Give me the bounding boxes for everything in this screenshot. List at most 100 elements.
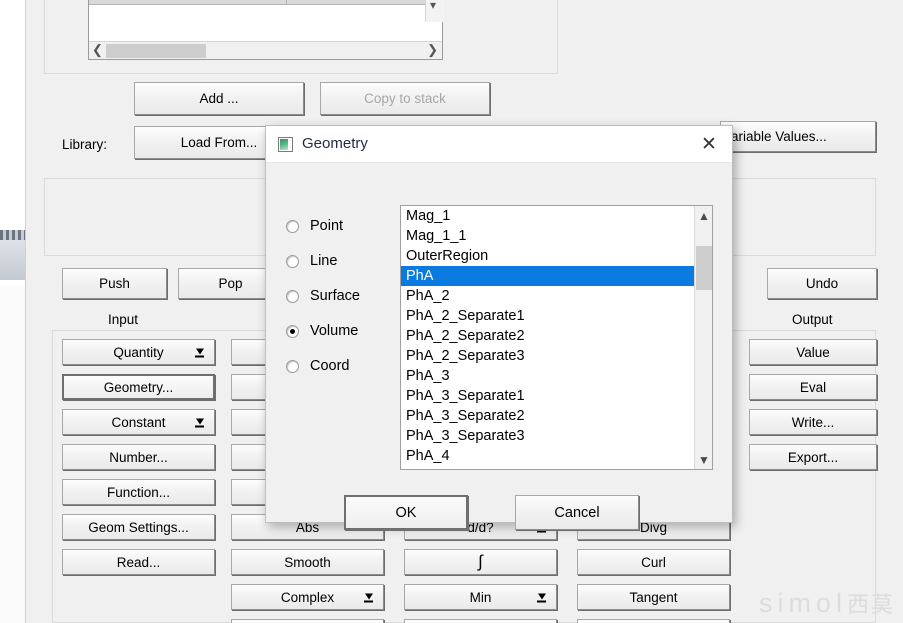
- list-item[interactable]: PhA_3: [401, 366, 694, 386]
- tangent-button[interactable]: Tangent: [577, 584, 730, 610]
- radio-indicator[interactable]: [286, 219, 299, 233]
- list-item[interactable]: PhA_4: [401, 446, 694, 466]
- constant-label: Constant: [111, 414, 166, 430]
- table-vscrollbar[interactable]: ▾: [425, 0, 444, 22]
- input-section-label: Input: [108, 312, 139, 327]
- radio-coord[interactable]: Coord: [286, 358, 350, 374]
- quantity-button[interactable]: Quantity: [62, 339, 215, 365]
- sliver-band-bottom: [0, 286, 26, 623]
- list-scrollbar[interactable]: ▲ ▼: [694, 206, 712, 469]
- list-item[interactable]: PhA_3_Separate2: [401, 406, 694, 426]
- clipped-op-button[interactable]: [404, 619, 557, 623]
- complex-button[interactable]: Complex: [231, 584, 384, 610]
- dropdown-arrow-icon[interactable]: [364, 592, 373, 603]
- radio-line[interactable]: Line: [286, 253, 337, 269]
- clipped-op-button[interactable]: [231, 619, 384, 623]
- table-row[interactable]: J_Vector Smooth(<Jx,Jy,Jz: [89, 0, 442, 5]
- smooth-button[interactable]: Smooth: [231, 549, 384, 575]
- push-label: Push: [99, 276, 130, 291]
- geom-settings-button[interactable]: Geom Settings...: [62, 514, 215, 540]
- min-button[interactable]: Min: [404, 584, 557, 610]
- background-window-sliver: [0, 0, 26, 623]
- chevron-left-icon[interactable]: ❮: [92, 43, 103, 56]
- copy-to-stack-button: Copy to stack: [320, 82, 490, 115]
- dropdown-arrow-icon[interactable]: [195, 417, 204, 428]
- curl-label: Curl: [641, 554, 666, 570]
- function-label: Function...: [106, 484, 171, 500]
- list-item[interactable]: Mag_1_1: [401, 226, 694, 246]
- hscroll-thumb[interactable]: [106, 44, 206, 58]
- radio-surface[interactable]: Surface: [286, 288, 360, 304]
- chevron-down-icon[interactable]: ▼: [695, 450, 712, 469]
- scrollbar-thumb[interactable]: [696, 246, 712, 290]
- table-hscrollbar[interactable]: ❮ ❯: [89, 41, 442, 59]
- list-item[interactable]: PhA_2_Separate3: [401, 346, 694, 366]
- library-label: Library:: [62, 137, 108, 152]
- quantity-table[interactable]: B_Vector Smooth(<Bx,By,B J_Vector Smooth…: [88, 0, 443, 60]
- output-section-label: Output: [792, 312, 833, 327]
- radio-point[interactable]: Point: [286, 218, 343, 234]
- chevron-right-icon[interactable]: ❯: [427, 43, 438, 56]
- radio-coord-label: Coord: [310, 358, 350, 374]
- integral-button[interactable]: ∫: [404, 549, 557, 575]
- list-item[interactable]: PhA_2: [401, 286, 694, 306]
- push-button[interactable]: Push: [62, 268, 167, 299]
- write-label: Write...: [791, 414, 835, 430]
- sliver-band-hatch: [0, 230, 26, 240]
- eval-button[interactable]: Eval: [749, 374, 877, 400]
- sliver-band-top: [0, 0, 26, 230]
- radio-volume[interactable]: Volume: [286, 323, 358, 339]
- clipped-op-button[interactable]: [577, 619, 730, 623]
- radio-indicator[interactable]: [286, 324, 299, 338]
- undo-button[interactable]: Undo: [767, 268, 877, 299]
- variable-values-button[interactable]: ariable Values...: [720, 121, 876, 152]
- chevron-up-icon[interactable]: ▲: [695, 206, 712, 225]
- geom-settings-label: Geom Settings...: [88, 519, 189, 535]
- constant-button[interactable]: Constant: [62, 409, 215, 435]
- add-button[interactable]: Add ...: [134, 82, 304, 115]
- quantity-label: Quantity: [113, 344, 164, 360]
- geometry-list[interactable]: Mag_1 Mag_1_1 OuterRegion PhA PhA_2 PhA_…: [400, 205, 713, 470]
- value-button[interactable]: Value: [749, 339, 877, 365]
- close-icon[interactable]: ✕: [686, 126, 732, 162]
- dialog-body: Point Line Surface Volume Coord Mag_1 Ma…: [266, 163, 732, 530]
- list-item[interactable]: PhA_3_Separate3: [401, 426, 694, 446]
- list-item[interactable]: Mag_1: [401, 206, 694, 226]
- write-button[interactable]: Write...: [749, 409, 877, 435]
- geometry-list-viewport[interactable]: Mag_1 Mag_1_1 OuterRegion PhA PhA_2 PhA_…: [401, 206, 694, 469]
- app-icon: [278, 137, 293, 152]
- value-label: Value: [796, 344, 830, 360]
- ok-button[interactable]: OK: [344, 495, 468, 530]
- dropdown-arrow-icon[interactable]: [195, 347, 204, 358]
- geometry-button[interactable]: Geometry...: [62, 374, 215, 400]
- chevron-down-icon[interactable]: ▾: [430, 0, 436, 12]
- cancel-button[interactable]: Cancel: [515, 495, 639, 530]
- watermark-text: simol: [758, 588, 847, 618]
- integral-label: ∫: [478, 552, 483, 571]
- read-button[interactable]: Read...: [62, 549, 215, 575]
- radio-point-label: Point: [310, 218, 344, 234]
- load-from-label: Load From...: [180, 135, 258, 150]
- add-button-label: Add ...: [199, 91, 239, 106]
- list-item[interactable]: PhA_2_Separate2: [401, 326, 694, 346]
- complex-label: Complex: [280, 589, 335, 605]
- radio-indicator[interactable]: [286, 254, 299, 268]
- watermark: simol西莫: [759, 587, 895, 619]
- list-item[interactable]: PhA_2_Separate1: [401, 306, 694, 326]
- column-divider: [286, 0, 287, 4]
- number-button[interactable]: Number...: [62, 444, 215, 470]
- dropdown-arrow-icon[interactable]: [537, 592, 546, 603]
- curl-button[interactable]: Curl: [577, 549, 730, 575]
- list-item[interactable]: PhA_3_Separate1: [401, 386, 694, 406]
- radio-indicator[interactable]: [286, 359, 299, 373]
- list-item[interactable]: OuterRegion: [401, 246, 694, 266]
- read-label: Read...: [116, 554, 161, 570]
- radio-indicator[interactable]: [286, 289, 299, 303]
- export-button[interactable]: Export...: [749, 444, 877, 470]
- dialog-titlebar[interactable]: Geometry ✕: [266, 126, 732, 163]
- function-button[interactable]: Function...: [62, 479, 215, 505]
- list-item-selected[interactable]: PhA: [401, 266, 694, 286]
- undo-label: Undo: [805, 276, 839, 291]
- tangent-label: Tangent: [629, 589, 678, 605]
- min-label: Min: [469, 589, 492, 605]
